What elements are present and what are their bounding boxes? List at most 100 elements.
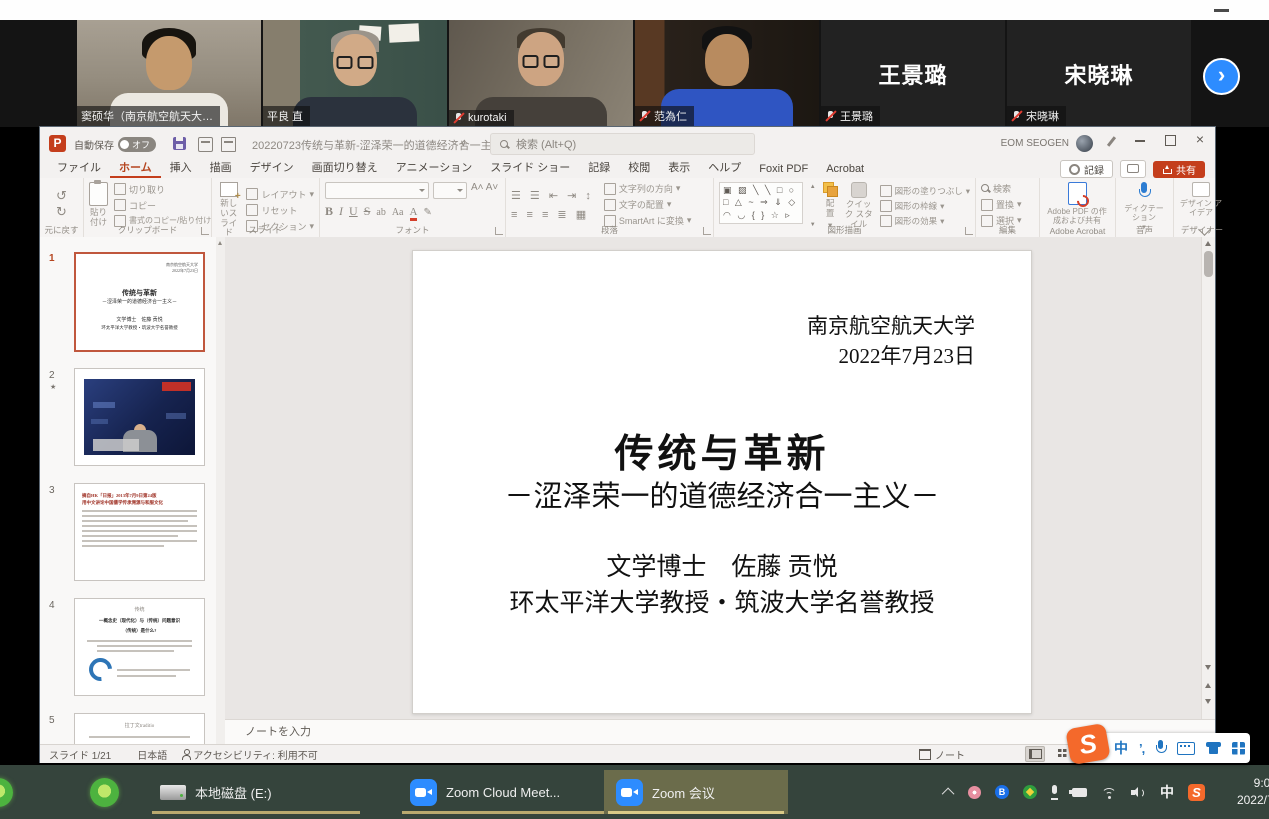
bluetooth-icon[interactable]: B — [995, 785, 1009, 799]
slide-thumbnail-selected[interactable]: 南京航空航天大学 2022年7月23日 传统与革新 －涩泽荣一的道德经济合一主义… — [74, 252, 205, 352]
change-case-button[interactable]: Aa — [392, 207, 404, 218]
tab-draw[interactable]: 描画 — [201, 158, 241, 178]
italic-button[interactable]: I — [339, 204, 343, 219]
tray-microphone-icon[interactable] — [1051, 785, 1058, 800]
participant-tile-no-video[interactable]: 王景璐 王景璐 — [821, 20, 1005, 127]
tab-view[interactable]: 表示 — [659, 158, 699, 178]
language-indicator[interactable]: 日本語 — [137, 747, 167, 762]
search-input[interactable]: 検索 (Alt+Q) — [490, 133, 755, 155]
taskbar-button-local-disk[interactable]: 本地磁盘 (E:) — [148, 770, 364, 814]
usb-device-icon[interactable] — [1072, 788, 1087, 797]
design-ideas-button[interactable]: デザイン アイデア — [1179, 182, 1223, 217]
slide-thumbnail[interactable] — [74, 368, 205, 466]
participant-tile[interactable]: kurotaki — [449, 20, 633, 127]
reset-button[interactable]: リセット — [246, 204, 314, 217]
align-text-button[interactable]: 文字の配置 ▾ — [604, 198, 692, 211]
zoom-minimize-button[interactable] — [1214, 9, 1229, 12]
sogou-logo-icon[interactable]: S — [1065, 723, 1111, 765]
copy-button[interactable]: コピー — [114, 199, 211, 212]
shape-outline-button[interactable]: 図形の枠線 ▾ — [880, 200, 970, 212]
strikethrough-button[interactable]: S — [364, 204, 371, 219]
dialog-launcher-icon[interactable] — [201, 227, 209, 235]
tab-design[interactable]: デザイン — [241, 158, 303, 178]
tray-app-icon-pink[interactable] — [968, 786, 981, 799]
tab-record[interactable]: 記録 — [579, 158, 619, 178]
tab-animations[interactable]: アニメーション — [387, 158, 482, 178]
quick-access-icon[interactable] — [198, 137, 213, 152]
punctuation-icon[interactable]: ’, — [1139, 742, 1144, 755]
save-icon[interactable] — [173, 137, 186, 150]
notes-toggle-button[interactable]: ノート — [919, 747, 965, 762]
account-name[interactable]: EOM SEOGEN — [1001, 138, 1069, 149]
previous-slide-button[interactable] — [1205, 683, 1211, 688]
participant-tile-no-video[interactable]: 宋晓琳 宋晓琳 — [1007, 20, 1191, 127]
list-indent-icons[interactable]: ☰ ☰ ⇤ ⇥ ↕ — [511, 189, 594, 202]
tab-slideshow[interactable]: スライド ショー — [481, 158, 579, 178]
dialog-launcher-icon[interactable] — [965, 227, 973, 235]
tab-acrobat[interactable]: Acrobat — [817, 162, 873, 178]
tab-home[interactable]: ホーム — [110, 158, 161, 178]
tray-app-icon-green[interactable] — [1023, 785, 1037, 799]
chevron-down-icon[interactable]: ∨ — [460, 138, 467, 149]
app-icon-partial[interactable] — [0, 778, 13, 807]
autosave-toggle[interactable]: 自動保存 オフ — [74, 137, 156, 152]
comments-button[interactable] — [1120, 160, 1146, 178]
wifi-icon[interactable] — [1101, 786, 1117, 799]
tab-transitions[interactable]: 画面切り替え — [303, 158, 387, 178]
window-minimize-button[interactable] — [1125, 127, 1155, 153]
create-pdf-button[interactable]: Adobe PDF の作成および共有 — [1045, 182, 1109, 225]
autosave-pill[interactable]: オフ — [118, 137, 156, 152]
replace-button[interactable]: 置換 ▾ — [981, 198, 1034, 211]
ime-language-indicator[interactable]: 中 — [1160, 782, 1174, 802]
record-button[interactable]: 記録 — [1060, 160, 1113, 178]
tab-insert[interactable]: 挿入 — [161, 158, 201, 178]
soft-keyboard-icon[interactable] — [1177, 742, 1195, 755]
taskbar-button-zoom-meeting[interactable]: Zoom 会议 — [604, 770, 788, 814]
next-participants-button[interactable]: › — [1203, 58, 1240, 95]
share-button[interactable]: 共有 — [1153, 161, 1205, 178]
scroll-down-icon[interactable] — [1205, 665, 1211, 670]
participant-tile-active-speaker[interactable]: 平良 直 — [263, 20, 447, 127]
next-slide-button[interactable] — [1205, 699, 1211, 704]
tab-file[interactable]: ファイル — [48, 158, 110, 178]
show-hidden-icons-chevron[interactable] — [942, 787, 955, 800]
dialog-launcher-icon[interactable] — [495, 227, 503, 235]
scroll-up-icon[interactable] — [1205, 241, 1211, 246]
powerpoint-app-icon[interactable]: P — [49, 135, 66, 152]
slide-thumbnail-partial[interactable]: 拉丁文traditio — [74, 713, 205, 744]
skin-icon[interactable] — [1206, 742, 1221, 754]
tab-foxit-pdf[interactable]: Foxit PDF — [750, 162, 817, 178]
ime-menu-icon[interactable] — [1232, 742, 1245, 755]
scrollbar-thumb[interactable] — [1204, 251, 1213, 277]
undo-icon[interactable]: ↺ — [56, 189, 67, 202]
quick-access-icon[interactable] — [221, 137, 236, 152]
tab-review[interactable]: 校閲 — [619, 158, 659, 178]
alignment-icons[interactable]: ≡ ≡ ≡ ≣ ▦ — [511, 208, 594, 221]
redo-icon[interactable]: ↻ — [56, 205, 67, 218]
slide-thumbnail[interactable]: 传统 一概念史（现代化）与（传统）问题意识 （传统）是什么? — [74, 598, 205, 696]
participant-tile[interactable]: 范為仁 — [635, 20, 819, 127]
taskbar-button-zoom-cloud[interactable]: Zoom Cloud Meet... — [398, 770, 610, 814]
participant-tile[interactable]: 窦硕华（南京航空航天大… — [77, 20, 261, 127]
dialog-launcher-icon[interactable] — [703, 227, 711, 235]
char-spacing-button[interactable]: ab — [376, 207, 385, 218]
paste-button[interactable]: 貼り付け — [89, 182, 108, 228]
bold-button[interactable]: B — [325, 204, 333, 219]
speaker-icon[interactable] — [1131, 786, 1146, 799]
layout-button[interactable]: レイアウト ▾ — [246, 188, 314, 201]
font-color-button[interactable]: A — [410, 206, 418, 221]
font-name-select[interactable] — [325, 182, 429, 199]
font-size-select[interactable] — [433, 182, 467, 199]
sogou-tray-icon[interactable]: S — [1188, 784, 1205, 801]
window-maximize-button[interactable] — [1155, 127, 1185, 153]
grow-shrink-font-icons[interactable]: A˄ A˅ — [471, 182, 498, 199]
voice-input-icon[interactable] — [1155, 740, 1166, 756]
document-title[interactable]: 20220723传统与革新-涩泽荣一的道德经济合一主义… — [252, 137, 514, 153]
text-direction-button[interactable]: 文字列の方向 ▾ — [604, 182, 692, 195]
browser-app-icon[interactable] — [90, 778, 119, 807]
normal-view-button[interactable] — [1025, 746, 1045, 762]
taskbar-clock[interactable]: 9:02 2022/7/ — [1207, 775, 1269, 809]
highlight-button[interactable]: ✎ — [423, 207, 431, 218]
underline-button[interactable]: U — [349, 204, 358, 219]
window-close-button[interactable]: × — [1185, 127, 1215, 153]
